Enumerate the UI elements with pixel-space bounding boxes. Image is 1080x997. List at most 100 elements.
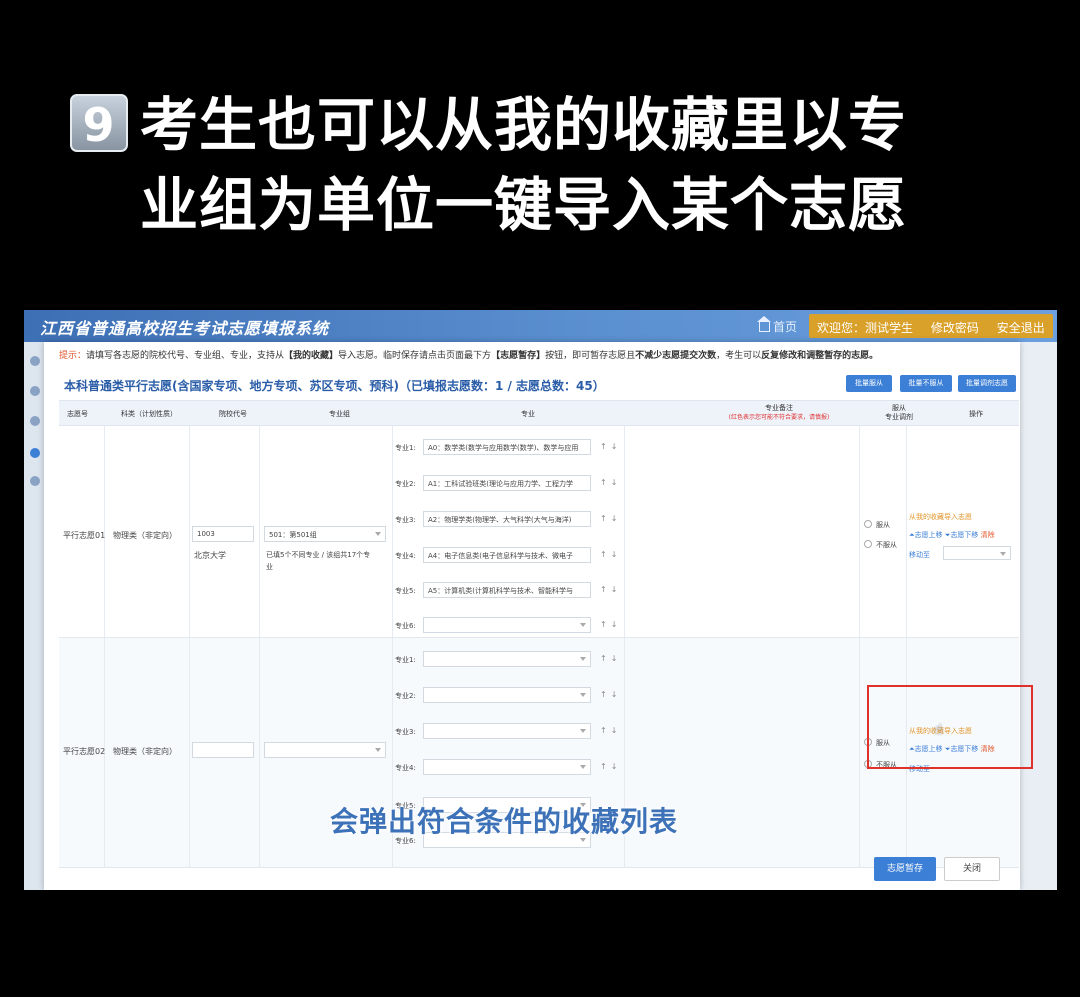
- user-bar: 欢迎您：测试学生 修改密码 安全退出: [809, 314, 1053, 338]
- major-label: 专业4:: [395, 552, 416, 560]
- caption-line-2: 业组为单位一键导入某个志愿: [140, 171, 908, 239]
- home-label: 首页: [773, 320, 798, 334]
- major-reorder-arrows[interactable]: ↑↓: [600, 620, 621, 629]
- major-label: 专业2:: [395, 480, 416, 488]
- major-select[interactable]: A4：电子信息类(电子信息科学与技术、微电子: [423, 547, 591, 563]
- tip-part-2: 导入志愿。临时保存请点击页面最下方: [338, 351, 492, 361]
- top-bar: 江西省普通高校招生考试志愿填报系统 首页 欢迎您：测试学生 修改密码 安全退出: [24, 310, 1057, 342]
- school-code-input[interactable]: [192, 742, 254, 758]
- major-select[interactable]: [423, 687, 591, 703]
- tip-bold-3: 不减少志愿提交次数: [635, 351, 717, 361]
- major-label: 专业1:: [395, 444, 416, 452]
- bulk-not-obey-button[interactable]: 批量不服从: [900, 375, 952, 392]
- logout-link[interactable]: 安全退出: [997, 321, 1045, 335]
- major-reorder-arrows[interactable]: ↑↓: [600, 654, 621, 663]
- major-reorder-arrows[interactable]: ↑↓: [600, 514, 621, 523]
- tip-bold-2: 【志愿暂存】: [491, 351, 546, 361]
- major-reorder-arrows[interactable]: ↑↓: [600, 550, 621, 559]
- group-note-1: 已填5个不同专业 / 该组共17个专: [266, 551, 371, 559]
- table-header: 志愿号 科类（计划性质） 院校代号 专业组 专业 专业备注 (红色表示您可能不符…: [59, 400, 1019, 426]
- nav-icon-3[interactable]: [30, 416, 40, 426]
- chevron-down-icon: [580, 623, 586, 627]
- welcome-text: 欢迎您：测试学生: [817, 321, 914, 335]
- tip-part-4: ，考生可以: [716, 351, 762, 361]
- chevron-down-icon: [580, 765, 586, 769]
- bulk-obey-button[interactable]: 批量服从: [846, 375, 892, 392]
- major-select[interactable]: [423, 617, 591, 633]
- caption: 9 考生也可以从我的收藏里以专 业组为单位一键导入某个志愿: [70, 90, 1030, 242]
- nav-icon-1[interactable]: [30, 356, 40, 366]
- home-link[interactable]: 首页: [757, 316, 798, 335]
- col-zhiyuan-no: 志愿号: [67, 410, 88, 418]
- nav-icon-5[interactable]: [30, 476, 40, 486]
- col-note-label: 专业备注: [765, 404, 793, 412]
- major-group-select[interactable]: 501：第501组: [264, 526, 386, 542]
- major-select[interactable]: A0：数学类(数学与应用数学(数学)、数学与应用: [423, 439, 591, 455]
- not-obey-radio[interactable]: 不服从: [864, 540, 897, 550]
- major-group-select[interactable]: [264, 742, 386, 758]
- video-subtitle: 会弹出符合条件的收藏列表: [330, 805, 679, 838]
- move-to-label: 移动至: [909, 551, 930, 559]
- major-select[interactable]: [423, 651, 591, 667]
- major-label: 专业5:: [395, 587, 416, 595]
- major-reorder-arrows[interactable]: ↑↓: [600, 478, 621, 487]
- major-select[interactable]: A2：物理学类(物理学、大气科学(大气与海洋): [423, 511, 591, 527]
- number-badge: 9: [70, 94, 128, 152]
- tip-part-3: 按钮，即可暂存志愿且: [545, 351, 636, 361]
- col-major: 专业: [521, 410, 535, 418]
- tip-part-1: 请填写各志愿的院校代号、专业组、专业，支持从: [86, 351, 285, 361]
- major-select[interactable]: [423, 723, 591, 739]
- nav-icon-2[interactable]: [30, 386, 40, 396]
- major-reorder-arrows[interactable]: ↑↓: [600, 690, 621, 699]
- major-reorder-arrows[interactable]: ↑↓: [600, 726, 621, 735]
- obey-radio[interactable]: 服从: [864, 520, 890, 530]
- chevron-down-icon: [375, 748, 381, 752]
- chevron-down-icon: [375, 532, 381, 536]
- zhiyuan-label: 平行志愿02: [63, 747, 106, 756]
- move-down-link[interactable]: 志愿下移: [950, 531, 978, 539]
- system-title: 江西省普通高校招生考试志愿填报系统: [40, 319, 330, 338]
- clear-link[interactable]: 清除: [981, 531, 995, 539]
- major-label: 专业1:: [395, 656, 416, 664]
- radio-icon: [864, 540, 872, 548]
- caption-line-1: 9 考生也可以从我的收藏里以专: [70, 90, 1030, 162]
- major-group-value: 501：第501组: [269, 531, 317, 539]
- obey-label: 服从: [876, 521, 890, 529]
- not-obey-label: 不服从: [876, 541, 897, 549]
- col-obey-2: 专业调剂: [885, 413, 913, 421]
- major-select[interactable]: A5：计算机类(计算机科学与技术、智能科学与: [423, 582, 591, 598]
- major-reorder-arrows[interactable]: ↑↓: [600, 442, 621, 451]
- category-label: 物理类（非定向）: [113, 531, 177, 540]
- change-password-link[interactable]: 修改密码: [931, 321, 979, 335]
- bulk-adjust-button[interactable]: 批量调剂志愿: [958, 375, 1016, 392]
- major-label: 专业4:: [395, 764, 416, 772]
- tip-prefix: 提示：: [59, 351, 87, 361]
- chevron-down-icon: [580, 693, 586, 697]
- move-to-select[interactable]: [943, 546, 1011, 560]
- table-row: 平行志愿01 物理类（非定向） 1003 北京大学 501：第501组 已填5个…: [59, 426, 1019, 638]
- save-draft-button[interactable]: 志愿暂存: [874, 857, 936, 881]
- tip-text: 提示：请填写各志愿的院校代号、专业组、专业，支持从【我的收藏】导入志愿。临时保存…: [59, 348, 878, 361]
- chevron-down-icon: [580, 729, 586, 733]
- import-from-favorites-link[interactable]: 从我的收藏导入志愿: [909, 512, 972, 522]
- move-links: ⏶志愿上移 ⏷志愿下移 清除: [909, 531, 995, 539]
- nav-icon-4[interactable]: [30, 448, 40, 458]
- major-label: 专业3:: [395, 728, 416, 736]
- tip-bold-1: 【我的收藏】: [284, 351, 339, 361]
- major-select[interactable]: [423, 759, 591, 775]
- left-nav: [24, 342, 44, 890]
- school-code-input[interactable]: 1003: [192, 526, 254, 542]
- major-reorder-arrows[interactable]: ↑↓: [600, 585, 621, 594]
- home-icon: [757, 316, 771, 332]
- chevron-down-icon: [1000, 552, 1006, 556]
- close-button[interactable]: 关闭: [944, 857, 1000, 881]
- major-select[interactable]: A1：工科试验班类(理论与应用力学、工程力学: [423, 475, 591, 491]
- move-up-link[interactable]: 志愿上移: [915, 531, 943, 539]
- col-major-group: 专业组: [329, 410, 350, 418]
- group-note-2: 业: [266, 563, 273, 571]
- tip-bold-4: 反复修改和调整暂存的志愿。: [761, 351, 879, 361]
- radio-icon: [864, 520, 872, 528]
- major-reorder-arrows[interactable]: ↑↓: [600, 762, 621, 771]
- col-school-code: 院校代号: [219, 410, 247, 418]
- col-action: 操作: [969, 410, 983, 418]
